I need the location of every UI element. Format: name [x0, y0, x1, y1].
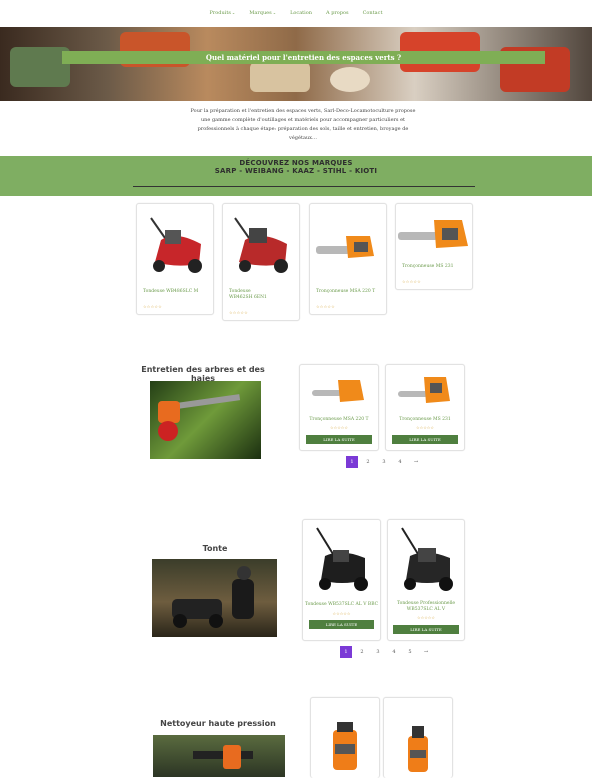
hero-image: Quel matériel pour l'entretien des espac…	[0, 27, 592, 101]
product-card[interactable]: Tondeuse WB462SH 6EN1 ☆☆☆☆☆	[222, 203, 300, 321]
rating-stars: ☆☆☆☆☆	[143, 304, 162, 309]
intro-text: Pour la préparation et l'entretien des e…	[190, 108, 416, 141]
page-4[interactable]: 4	[394, 456, 406, 468]
pagination-trees: 1 2 3 4 →	[346, 456, 422, 468]
lawnmower-image	[234, 217, 288, 273]
product-card[interactable]: Tondeuse Professionnelle WB537SLC AL V ☆…	[387, 519, 465, 641]
nav-marques-label: Marques	[249, 10, 272, 16]
page-2[interactable]: 2	[356, 646, 368, 658]
page-2[interactable]: 2	[362, 456, 374, 468]
chevron-down-icon: ⌄	[272, 10, 277, 15]
chainsaw-image	[398, 377, 450, 403]
chainsaw-image	[398, 220, 468, 248]
rating-stars: ☆☆☆☆☆	[417, 615, 435, 620]
read-more-button[interactable]: LIRE LA SUITE	[309, 620, 374, 629]
product-card[interactable]: Tronçonneuse MS 231 ☆☆☆☆☆	[395, 203, 473, 290]
chainsaw-image	[316, 236, 374, 258]
rating-stars: ☆☆☆☆☆	[416, 425, 434, 430]
lawnmower-icon	[172, 566, 254, 628]
product-name[interactable]: Tronçonneuse MS 231	[386, 417, 464, 422]
nav-a-propos[interactable]: A propos	[326, 10, 349, 16]
top-navigation: Produits⌄ Marques⌄ Location A propos Con…	[0, 0, 592, 26]
mowing-image	[152, 559, 277, 637]
brands-banner: DÉCOUVREZ NOS MARQUES SARP - WEIBANG - K…	[0, 156, 592, 196]
page-5[interactable]: 5	[404, 646, 416, 658]
lawnmower-image	[150, 217, 202, 273]
pressure-washer-image	[153, 735, 285, 777]
hero-tool-shape	[330, 67, 370, 92]
hedge-trimming-image	[150, 381, 261, 459]
page-3[interactable]: 3	[372, 646, 384, 658]
chevron-down-icon: ⌄	[231, 10, 236, 15]
nav-marques[interactable]: Marques⌄	[249, 10, 276, 16]
product-name[interactable]: Tronçonneuse MSA 220 T	[300, 417, 378, 422]
pressure-washer-icon	[193, 745, 253, 769]
section-title-pressure: Nettoyeur haute pression	[160, 719, 276, 728]
brands-list: SARP - WEIBANG - KAAZ - STIHL - KIOTI	[214, 167, 378, 175]
pressure-washer-image	[333, 722, 357, 770]
product-card[interactable]	[310, 697, 380, 778]
nav-location[interactable]: Location	[290, 10, 312, 16]
read-more-button[interactable]: LIRE LA SUITE	[393, 625, 459, 634]
product-name[interactable]: Tondeuse Professionnelle WB537SLC AL V	[388, 601, 464, 613]
page-3[interactable]: 3	[378, 456, 390, 468]
read-more-button[interactable]: LIRE LA SUITE	[306, 435, 372, 444]
hero-tool-shape	[10, 47, 70, 87]
page-4[interactable]: 4	[388, 646, 400, 658]
brands-heading: DÉCOUVREZ NOS MARQUES	[239, 159, 353, 167]
rating-stars: ☆☆☆☆☆	[402, 279, 421, 284]
product-title[interactable]: Tronçonneuse MS 231	[402, 264, 462, 270]
nav-produits-label: Produits	[209, 10, 231, 16]
product-card[interactable]: Tronçonneuse MSA 220 T ☆☆☆☆☆	[309, 203, 387, 315]
product-card[interactable]: Tronçonneuse MSA 220 T ☆☆☆☆☆ LIRE LA SUI…	[299, 364, 379, 451]
product-title[interactable]: Tondeuse WB486SLC M	[143, 289, 203, 295]
chainsaw-image	[312, 380, 364, 402]
product-card[interactable]: Tondeuse WB537SLC AL V BBC ☆☆☆☆☆ LIRE LA…	[302, 519, 381, 641]
nav-produits[interactable]: Produits⌄	[210, 10, 236, 16]
product-card[interactable]: Tondeuse WB486SLC M ☆☆☆☆☆	[136, 203, 214, 315]
page-1[interactable]: 1	[340, 646, 352, 658]
product-name[interactable]: Tondeuse WB537SLC AL V BBC	[303, 602, 380, 607]
rating-stars: ☆☆☆☆☆	[330, 425, 348, 430]
rating-stars: ☆☆☆☆☆	[332, 611, 351, 616]
next-page-arrow-icon[interactable]: →	[410, 456, 422, 468]
nav-contact[interactable]: Contact	[363, 10, 383, 16]
section-title-mowing: Tonte	[202, 544, 228, 553]
product-card[interactable]	[383, 697, 453, 778]
lawnmower-image	[316, 527, 368, 591]
lawnmower-image	[401, 527, 453, 591]
product-title[interactable]: Tondeuse WB462SH 6EN1	[229, 289, 269, 301]
hedge-trimmer-icon	[158, 394, 241, 441]
product-card[interactable]: Tronçonneuse MS 231 ☆☆☆☆☆ LIRE LA SUITE	[385, 364, 465, 451]
next-page-arrow-icon[interactable]: →	[420, 646, 432, 658]
pagination-mowing: 1 2 3 4 5 →	[340, 646, 432, 658]
divider	[133, 186, 475, 187]
page-1[interactable]: 1	[346, 456, 358, 468]
hero-title: Quel matériel pour l'entretien des espac…	[62, 51, 545, 64]
rating-stars: ☆☆☆☆☆	[316, 304, 335, 309]
product-title[interactable]: Tronçonneuse MSA 220 T	[316, 289, 376, 295]
hero-tool-shape	[250, 62, 310, 92]
pressure-washer-image	[408, 726, 428, 772]
read-more-button[interactable]: LIRE LA SUITE	[392, 435, 458, 444]
rating-stars: ☆☆☆☆☆	[229, 310, 248, 315]
